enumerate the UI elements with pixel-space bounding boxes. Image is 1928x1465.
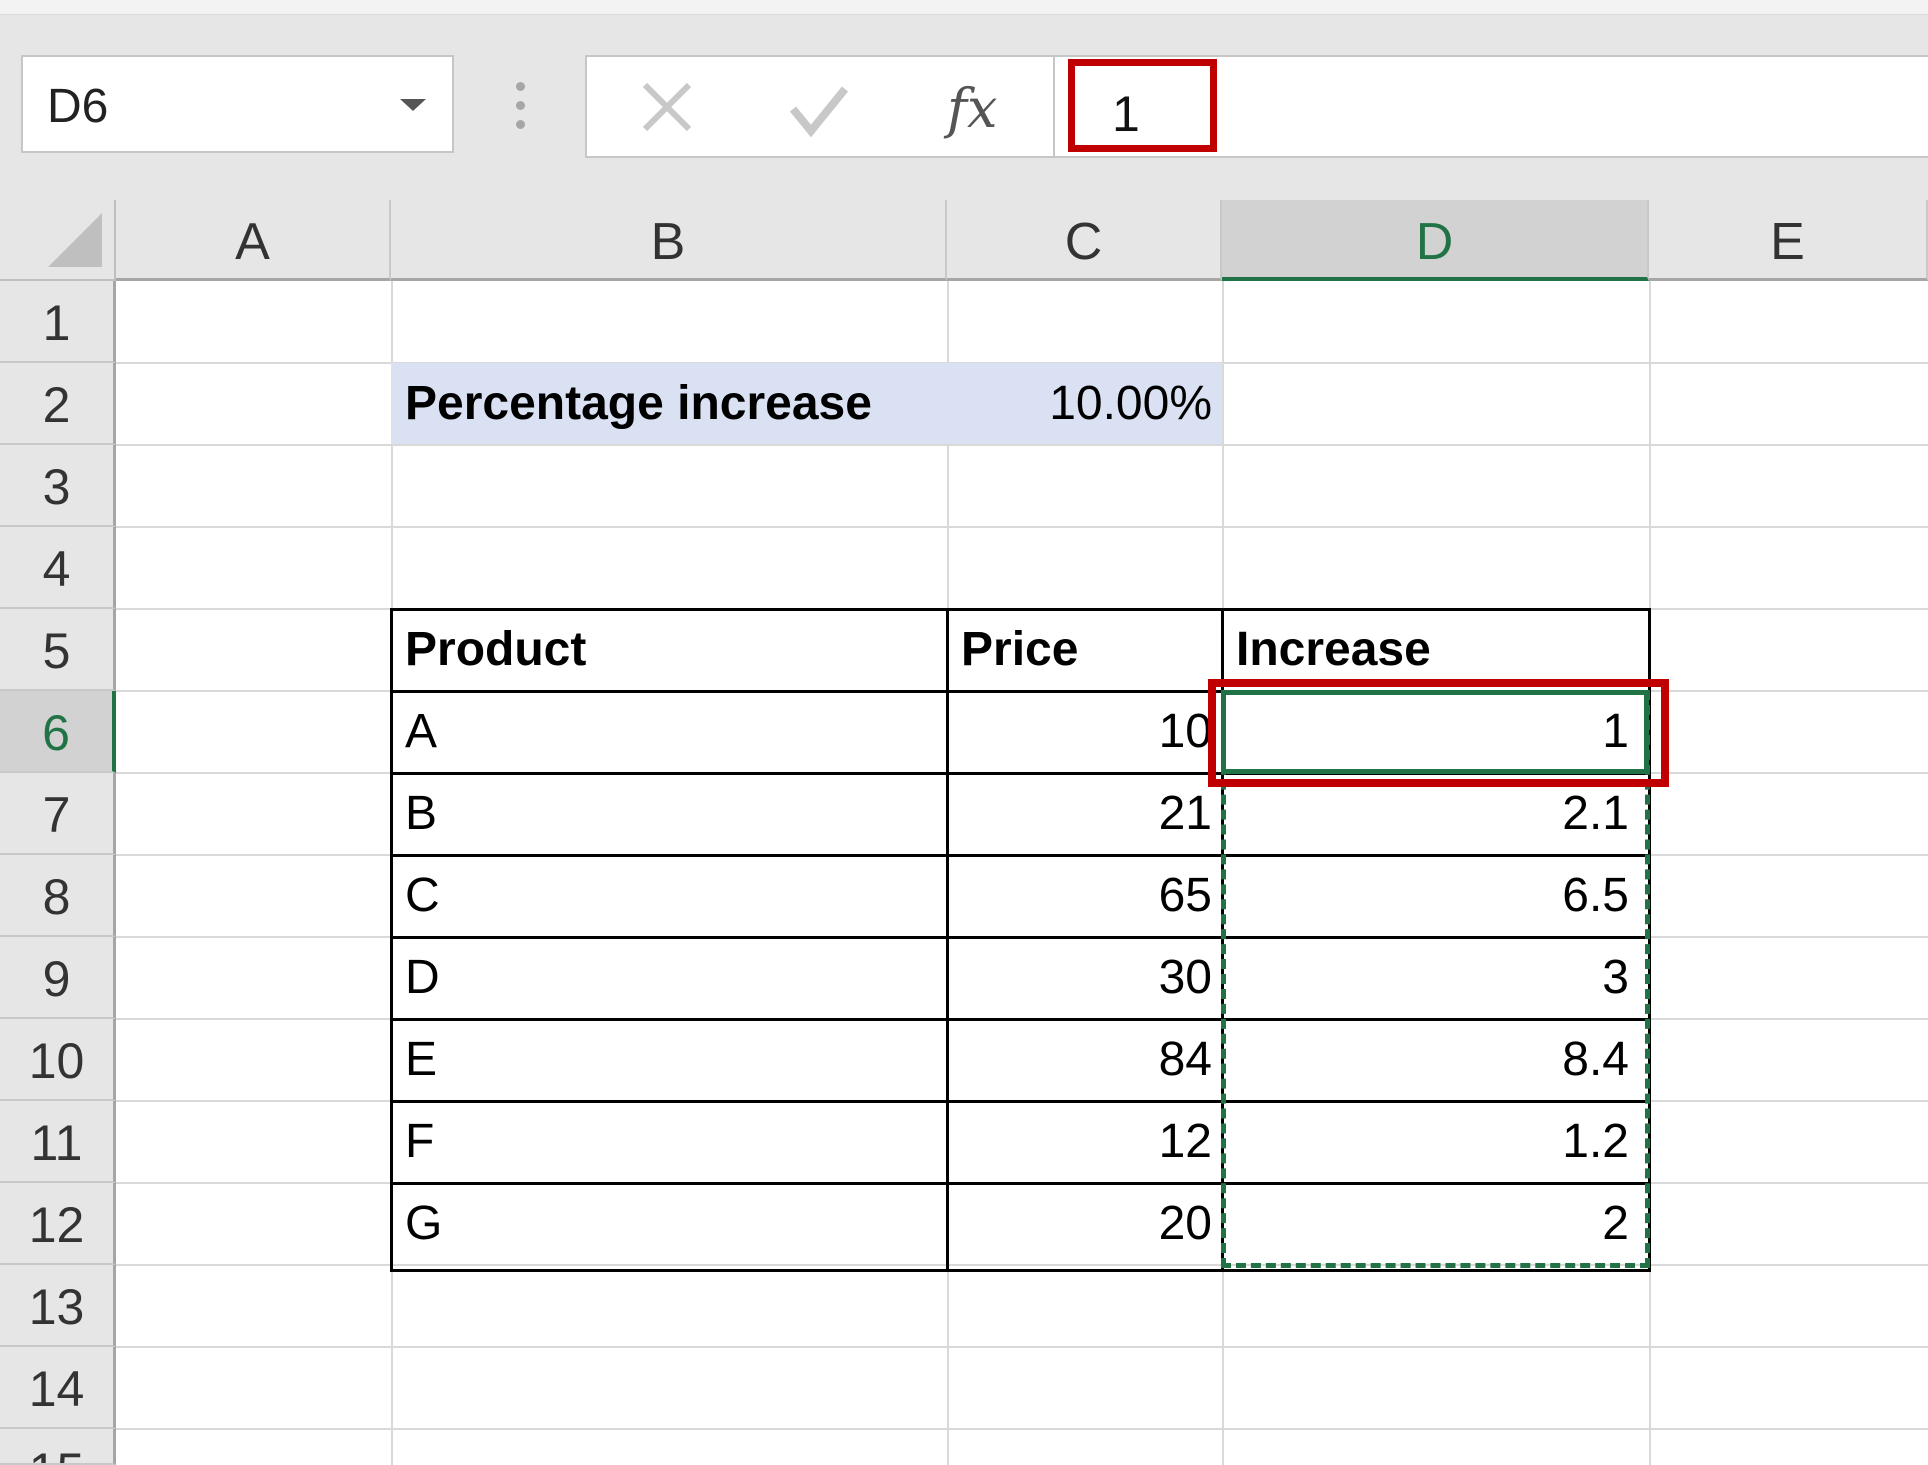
- svg-text:fx: fx: [943, 77, 997, 140]
- increase-cell[interactable]: 1: [1222, 691, 1649, 773]
- row-header-11[interactable]: 11: [0, 1101, 116, 1183]
- increase-cell[interactable]: 6.5: [1222, 855, 1649, 937]
- row-header-15[interactable]: 15: [0, 1429, 116, 1465]
- header-product[interactable]: Product: [391, 609, 947, 691]
- increase-cell[interactable]: 3: [1222, 937, 1649, 1019]
- column-header-d[interactable]: D: [1222, 200, 1649, 281]
- row-header-1[interactable]: 1: [0, 281, 116, 363]
- row-header-5[interactable]: 5: [0, 609, 116, 691]
- product-cell[interactable]: B: [391, 773, 947, 855]
- product-cell[interactable]: E: [391, 1019, 947, 1101]
- row-header-10[interactable]: 10: [0, 1019, 116, 1101]
- header-price[interactable]: Price: [947, 609, 1222, 691]
- column-header-b[interactable]: B: [391, 200, 947, 281]
- row-header-14[interactable]: 14: [0, 1347, 116, 1429]
- worksheet-grid[interactable]: A B C D E 1 2 3 4 5 6 7 8 9 10 11 12 13 …: [0, 200, 1928, 1465]
- row-header-3[interactable]: 3: [0, 445, 116, 527]
- column-header-e[interactable]: E: [1649, 200, 1928, 281]
- price-cell[interactable]: 20: [947, 1183, 1222, 1265]
- row-header-7[interactable]: 7: [0, 773, 116, 855]
- name-box[interactable]: D6: [21, 55, 454, 153]
- increase-cell[interactable]: 2.1: [1222, 773, 1649, 855]
- row-header-4[interactable]: 4: [0, 527, 116, 609]
- product-cell[interactable]: A: [391, 691, 947, 773]
- row-header-8[interactable]: 8: [0, 855, 116, 937]
- percentage-increase-label[interactable]: Percentage increase: [391, 363, 947, 445]
- row-header-13[interactable]: 13: [0, 1265, 116, 1347]
- formula-bar-grip-icon[interactable]: [516, 82, 526, 130]
- increase-cell[interactable]: 1.2: [1222, 1101, 1649, 1183]
- price-cell[interactable]: 12: [947, 1101, 1222, 1183]
- name-box-value: D6: [47, 80, 109, 133]
- price-cell[interactable]: 10: [947, 691, 1222, 773]
- gridline: [116, 1346, 1928, 1348]
- product-cell[interactable]: G: [391, 1183, 947, 1265]
- row-header-6[interactable]: 6: [0, 691, 116, 773]
- formula-value: 1: [1112, 86, 1140, 142]
- price-cell[interactable]: 84: [947, 1019, 1222, 1101]
- increase-cell[interactable]: 2: [1222, 1183, 1649, 1265]
- row-header-12[interactable]: 12: [0, 1183, 116, 1265]
- chevron-down-icon[interactable]: [400, 99, 426, 111]
- price-cell[interactable]: 21: [947, 773, 1222, 855]
- increase-cell[interactable]: 8.4: [1222, 1019, 1649, 1101]
- x-mark-icon[interactable]: [633, 73, 701, 141]
- column-header-a[interactable]: A: [116, 200, 391, 281]
- gridline: [116, 526, 1928, 528]
- formula-input[interactable]: 1: [1055, 55, 1928, 158]
- formula-bar-buttons: fx: [585, 55, 1055, 158]
- price-cell[interactable]: 65: [947, 855, 1222, 937]
- gridline: [116, 1428, 1928, 1430]
- function-icon[interactable]: fx: [939, 67, 1019, 147]
- header-increase[interactable]: Increase: [1222, 609, 1649, 691]
- column-header-c[interactable]: C: [947, 200, 1222, 281]
- select-all-button[interactable]: [0, 200, 116, 281]
- product-cell[interactable]: C: [391, 855, 947, 937]
- product-cell[interactable]: D: [391, 937, 947, 1019]
- row-header-9[interactable]: 9: [0, 937, 116, 1019]
- row-header-2[interactable]: 2: [0, 363, 116, 445]
- ribbon-edge: [0, 0, 1928, 15]
- product-cell[interactable]: F: [391, 1101, 947, 1183]
- price-cell[interactable]: 30: [947, 937, 1222, 1019]
- checkmark-icon[interactable]: [783, 73, 855, 145]
- percentage-increase-value[interactable]: 10.00%: [947, 363, 1222, 445]
